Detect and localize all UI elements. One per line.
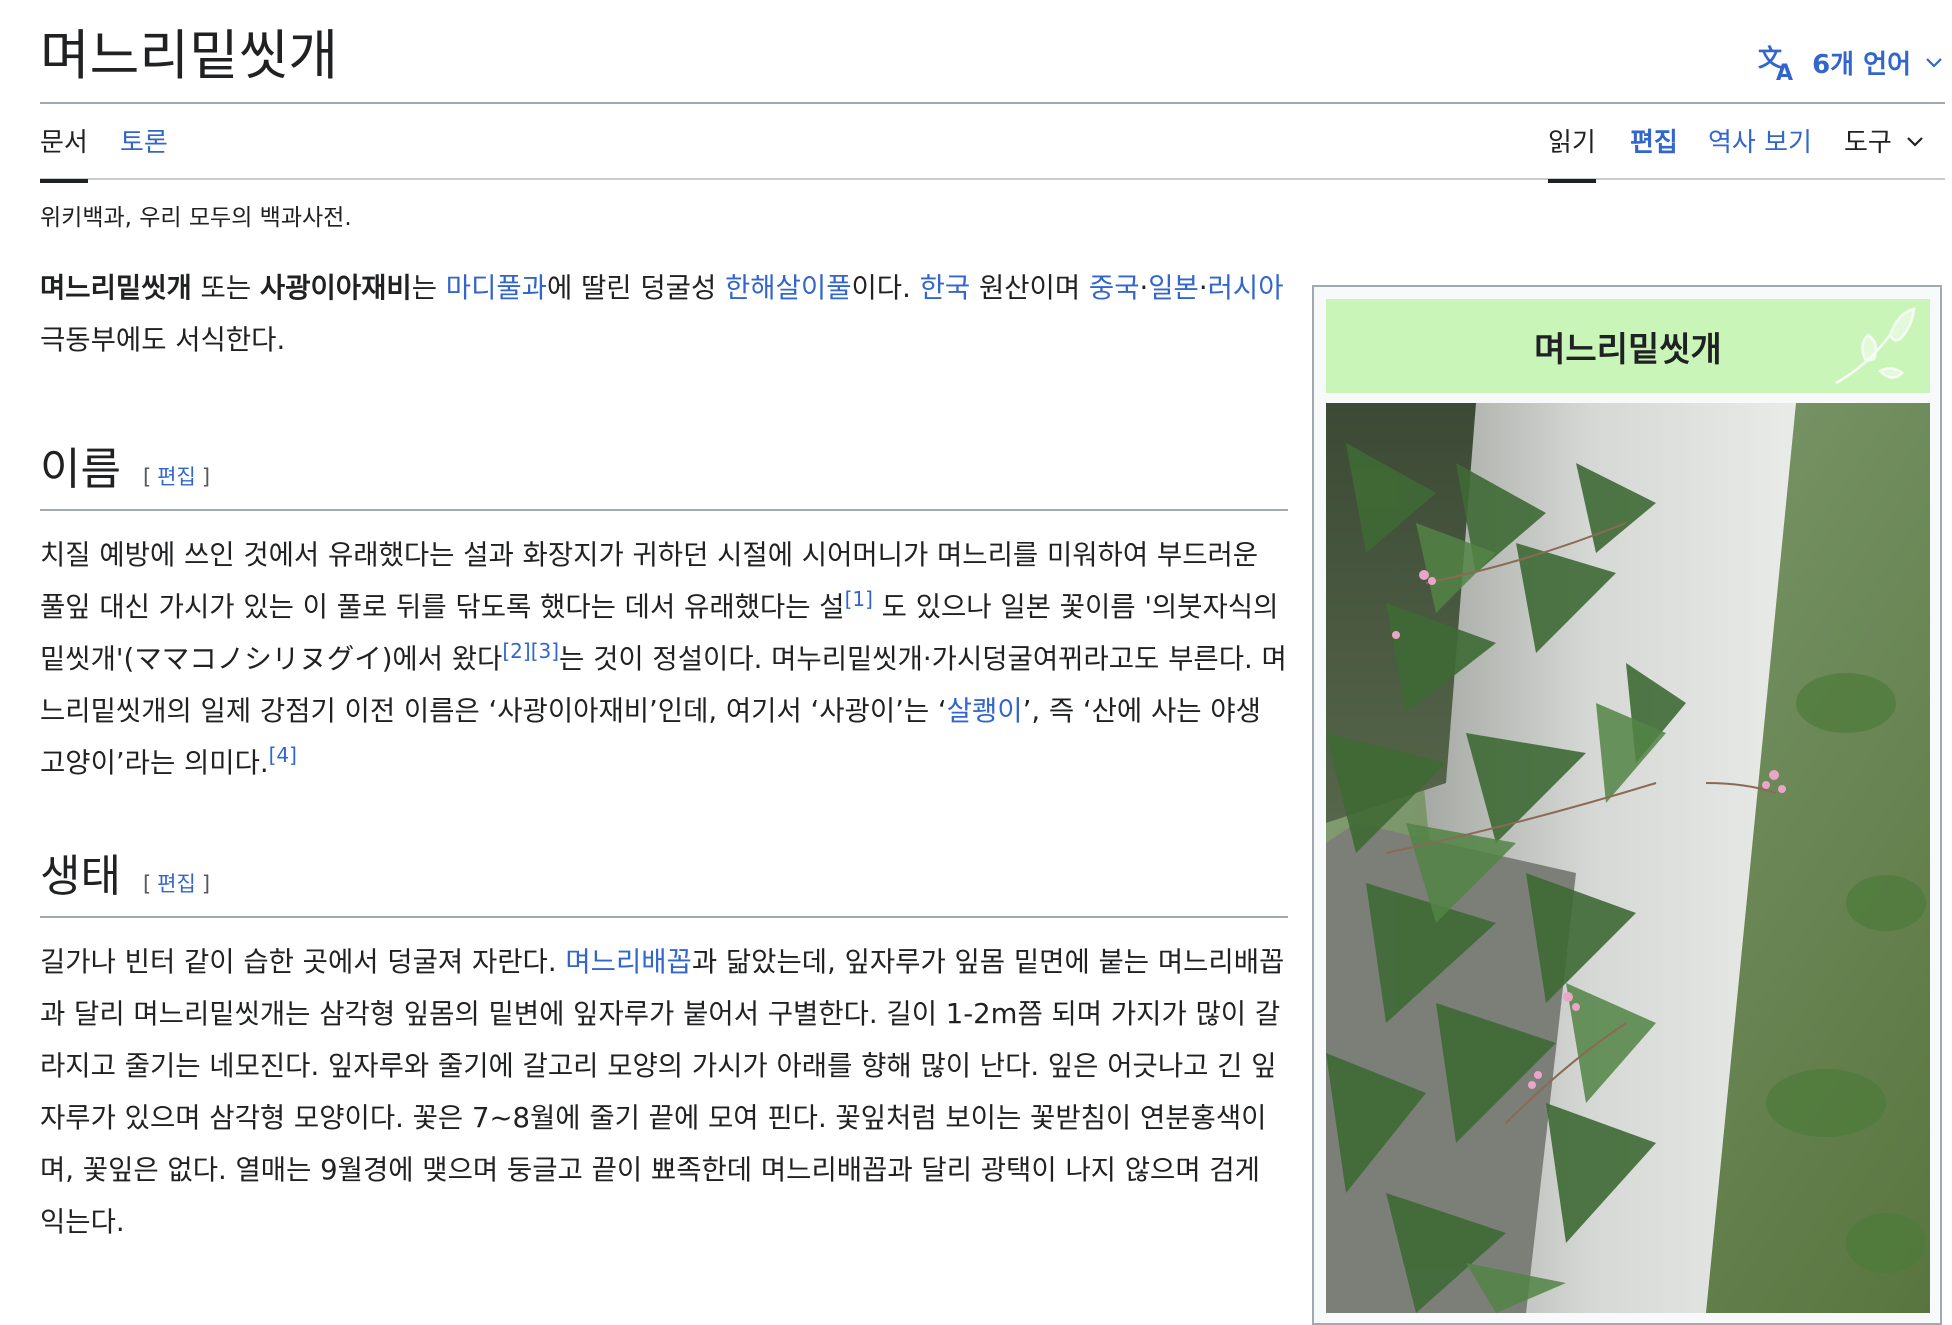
bracket: ] <box>201 871 211 896</box>
reference-link[interactable]: [4] <box>269 743 297 767</box>
intro-paragraph: 며느리밑씻개 또는 사광이아재비는 마디풀과에 딸린 덩굴성 한해살이풀이다. … <box>40 262 1288 366</box>
tab-read[interactable]: 읽기 <box>1548 122 1596 183</box>
text: 이다. <box>851 272 920 304</box>
infobox-header: 며느리밑씻개 <box>1326 299 1930 393</box>
text: · <box>1139 272 1149 304</box>
leaf-icon <box>1828 305 1918 398</box>
text: 길가나 빈터 같이 습한 곳에서 덩굴져 자란다. <box>40 945 566 978</box>
link-annual-plant[interactable]: 한해살이풀 <box>725 272 852 304</box>
link-wildcat[interactable]: 살쾡이 <box>947 695 1023 727</box>
link-japan[interactable]: 일본 <box>1148 272 1199 304</box>
tools-menu-button[interactable]: 도구 <box>1844 122 1926 179</box>
language-count: 6개 언어 <box>1812 49 1911 80</box>
svg-text:A: A <box>1776 61 1793 82</box>
chevron-down-icon <box>1923 51 1945 73</box>
section-heading-ecology: 생태 [편집] <box>40 851 1288 918</box>
link-meoneuribaekkop[interactable]: 며느리배꼽 <box>565 946 692 978</box>
language-button[interactable]: 文 A 6개 언어 <box>1758 42 1945 82</box>
edit-section-link[interactable]: 편집 <box>157 465 196 489</box>
tab-edit[interactable]: 편집 <box>1630 122 1678 179</box>
bold-term: 사광이아재비 <box>259 272 412 304</box>
text: 또는 <box>191 272 260 304</box>
infobox: 며느리밑씻개 <box>1312 285 1942 1325</box>
chevron-down-icon <box>1904 129 1926 159</box>
page-title: 며느리밑씻개 <box>40 24 339 87</box>
tab-history[interactable]: 역사 보기 <box>1708 122 1812 179</box>
link-korea[interactable]: 한국 <box>920 272 971 304</box>
edit-section: [편집] <box>143 465 210 490</box>
heading-text: 이름 <box>40 444 121 495</box>
title-bar: 며느리밑씻개 文 A 6개 언어 <box>40 22 1945 104</box>
translate-icon: 文 A <box>1758 42 1800 82</box>
reference-link[interactable]: [3] <box>531 639 559 663</box>
bracket: [ <box>142 871 152 896</box>
page-tabs: 문서 토론 읽기 편집 역사 보기 도구 <box>40 102 1945 183</box>
text: · <box>1198 272 1208 304</box>
tools-label: 도구 <box>1844 128 1892 158</box>
ecology-paragraph: 길가나 빈터 같이 습한 곳에서 덩굴져 자란다. 며느리배꼽과 닮았는데, 잎… <box>40 936 1288 1248</box>
name-paragraph: 치질 예방에 쓰인 것에서 유래했다는 설과 화장지가 귀하던 시절에 시어머니… <box>40 529 1288 789</box>
reference-link[interactable]: [1] <box>845 587 873 611</box>
edit-section: [편집] <box>143 872 210 897</box>
plant-photo[interactable] <box>1326 403 1930 1313</box>
edit-section-link[interactable]: 편집 <box>157 872 196 896</box>
tab-article[interactable]: 문서 <box>40 122 88 183</box>
link-madipulgwa[interactable]: 마디풀과 <box>446 272 547 304</box>
tab-talk[interactable]: 토론 <box>120 122 168 179</box>
text: 에 딸린 덩굴성 <box>546 272 725 304</box>
bracket: ] <box>201 465 211 489</box>
bracket: [ <box>142 465 152 489</box>
bold-term: 며느리밑씻개 <box>40 272 192 304</box>
section-heading-name: 이름 [편집] <box>40 444 1288 511</box>
text: 과 닮았는데, 잎자루가 잎몸 밑면에 붙는 며느리배꼽과 달리 며느리밑씻개는… <box>40 945 1285 1238</box>
site-tagline: 위키백과, 우리 모두의 백과사전. <box>40 205 352 231</box>
link-china[interactable]: 중국 <box>1089 272 1140 304</box>
link-russia[interactable]: 러시아 <box>1208 272 1284 304</box>
reference-link[interactable]: [2] <box>502 639 530 663</box>
infobox-title: 며느리밑씻개 <box>1534 329 1722 370</box>
heading-text: 생태 <box>40 850 121 902</box>
article-body: 며느리밑씻개 또는 사광이아재비는 마디풀과에 딸린 덩굴성 한해살이풀이다. … <box>40 262 1288 1248</box>
text: 원산이며 <box>970 272 1089 304</box>
text: 극동부에도 서식한다. <box>40 324 286 356</box>
text: 는 <box>411 272 446 304</box>
